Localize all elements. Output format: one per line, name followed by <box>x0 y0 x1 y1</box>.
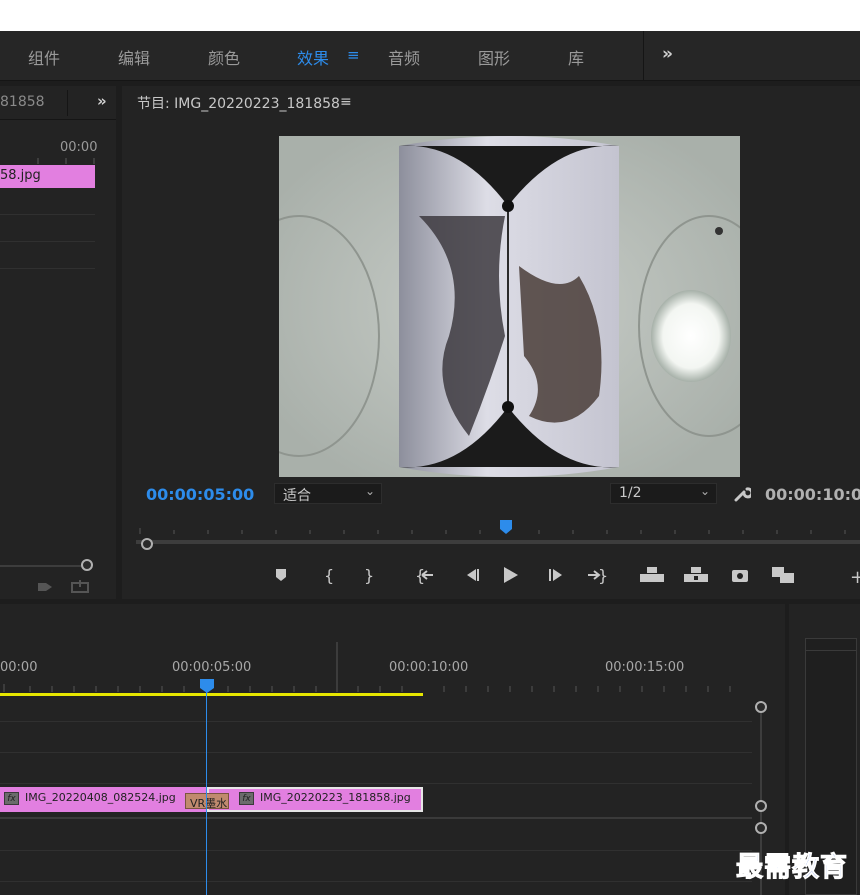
playhead-timecode[interactable]: 00:00:05:00 <box>146 485 254 504</box>
workspace-tab-graphics[interactable]: 图形 <box>478 45 510 69</box>
svg-text:}: } <box>598 566 608 585</box>
workspace-tab-assembly[interactable]: 组件 <box>28 45 60 69</box>
camera-icon <box>732 570 748 582</box>
add-marker-icon <box>276 569 286 581</box>
timeline-clip-a[interactable]: fx IMG_20220408_082524.jpg <box>0 787 207 812</box>
track-divider <box>0 881 752 882</box>
fx-badge-icon: fx <box>239 792 254 805</box>
chevron-down-icon: ⌄ <box>699 484 710 498</box>
timeline-clip-a-label: IMG_20220408_082524.jpg <box>25 791 176 804</box>
duration-timecode: 00:00:10:00 <box>765 485 860 504</box>
playback-resolution-value: 1/2 <box>619 485 642 501</box>
go-to-out-icon: } <box>588 566 608 585</box>
workspace-tab-editing[interactable]: 编辑 <box>118 45 150 69</box>
fit-zoom-value: 适合 <box>283 488 311 504</box>
vr-transition[interactable]: VR墨水 <box>185 793 229 809</box>
audio-vscroll-handle[interactable] <box>755 822 767 834</box>
fit-zoom-select[interactable]: 适合 ⌄ <box>274 483 382 504</box>
source-clip[interactable]: 58.jpg <box>0 165 95 188</box>
playhead-marker-icon[interactable] <box>499 519 513 535</box>
source-clip-label: 58.jpg <box>0 168 41 183</box>
workspace-tab-libraries[interactable]: 库 <box>568 45 584 69</box>
timeline-vscroll-bottom-handle[interactable] <box>755 800 767 812</box>
timeline-clip-b[interactable]: fx IMG_20220223_181858.jpg <box>207 787 423 812</box>
program-zoom-handle[interactable] <box>141 538 153 550</box>
fx-badge-icon: fx <box>4 792 19 805</box>
program-monitor-title[interactable]: 节目: IMG_20220223_181858 <box>137 93 340 113</box>
lift-icon <box>640 567 664 582</box>
source-zoom-handle[interactable] <box>81 559 93 571</box>
menubar-divider <box>643 31 644 81</box>
insert-icon <box>38 583 52 591</box>
vr-frame-image <box>279 136 740 477</box>
workspace-tab-audio[interactable]: 音频 <box>388 45 420 69</box>
extract-icon <box>684 567 708 582</box>
source-timecode: 00:00 <box>60 140 98 155</box>
wrench-icon[interactable] <box>733 485 751 503</box>
effects-menu-icon[interactable]: ≡ <box>347 46 360 64</box>
source-track-line <box>0 268 95 269</box>
timeline-playhead-icon[interactable] <box>199 678 215 694</box>
track-divider <box>0 850 752 851</box>
step-forward-icon <box>549 569 562 581</box>
source-track-line <box>0 241 95 242</box>
timeline-clip-b-label: IMG_20220223_181858.jpg <box>260 791 411 804</box>
program-menu-icon[interactable]: ≡ <box>340 94 352 110</box>
source-track-line <box>0 214 95 215</box>
go-to-in-icon: { <box>415 566 433 585</box>
audio-meter-header <box>806 639 856 651</box>
timeline-playhead-line[interactable] <box>206 690 207 895</box>
source-header-divider <box>67 90 68 116</box>
workspace-overflow-icon[interactable]: » <box>662 44 673 64</box>
play-icon <box>504 567 518 583</box>
source-overflow-icon[interactable]: » <box>97 92 107 110</box>
timeline-vscroll-top-handle[interactable] <box>755 701 767 713</box>
program-time-ruler[interactable] <box>136 516 860 552</box>
playback-resolution-select[interactable]: 1/2 ⌄ <box>610 483 717 504</box>
top-window-strip <box>0 0 860 31</box>
program-video-frame[interactable] <box>279 136 740 477</box>
transport-controls: { } { } + <box>276 566 860 586</box>
track-divider <box>0 721 752 722</box>
chevron-down-icon: ⌄ <box>364 484 375 498</box>
overwrite-icon <box>71 580 89 593</box>
track-divider <box>0 783 752 784</box>
vr-transition-label: VR <box>190 797 206 809</box>
track-divider <box>0 752 752 753</box>
source-ruler-ticks <box>37 158 95 164</box>
mark-in-icon: { <box>324 566 334 585</box>
workspace-tab-effects[interactable]: 效果 <box>297 45 329 69</box>
mark-out-icon: } <box>364 566 374 585</box>
timeline-ruler[interactable] <box>0 640 785 700</box>
button-editor-icon <box>772 567 794 583</box>
watermark-logo: 最需教育 <box>736 852 848 884</box>
source-panel-title[interactable]: 81858 <box>0 94 45 110</box>
workspace-tab-color[interactable]: 颜色 <box>208 45 240 69</box>
vr-transition-label-2: 墨水 <box>205 797 228 809</box>
source-zoom-scrollbar[interactable] <box>0 565 88 567</box>
step-back-icon <box>467 569 479 581</box>
source-export-icons <box>38 580 89 593</box>
video-audio-divider <box>0 817 752 819</box>
add-button-icon: + <box>850 567 860 586</box>
